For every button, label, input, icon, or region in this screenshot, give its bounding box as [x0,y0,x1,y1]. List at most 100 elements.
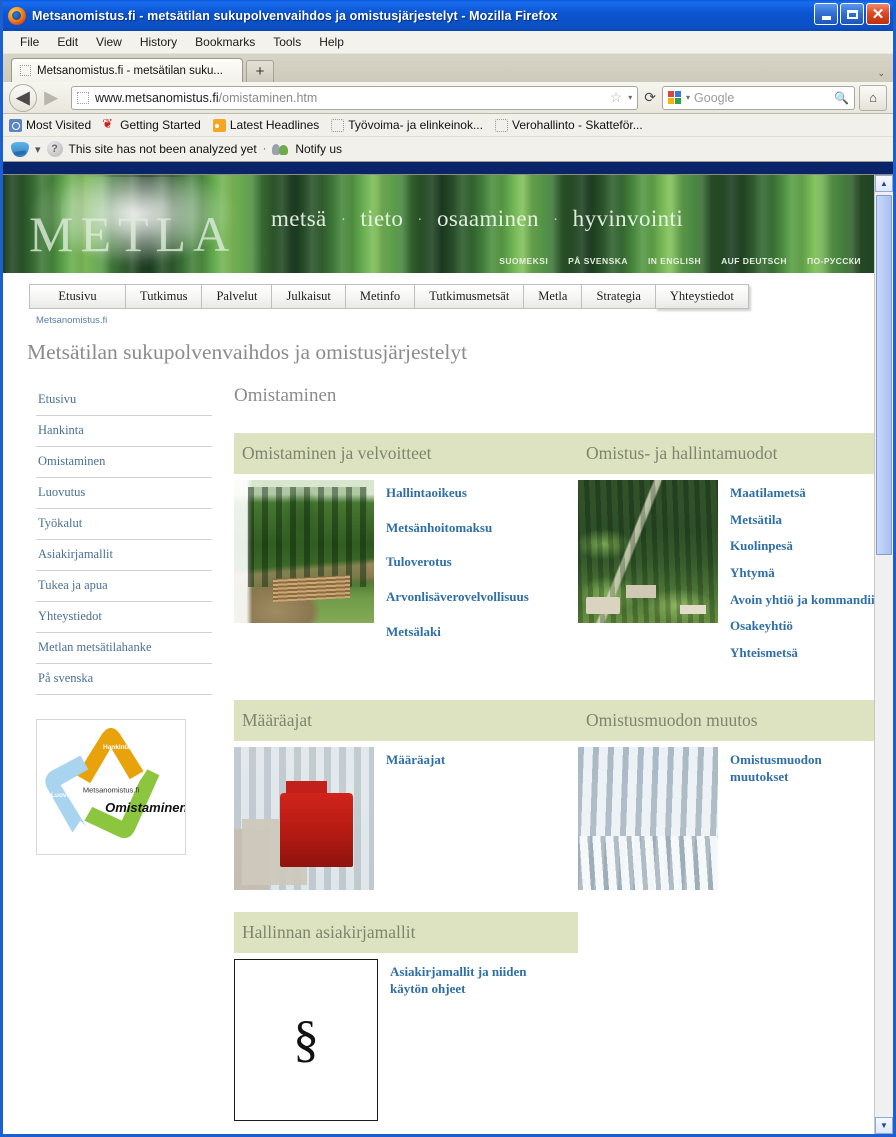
scroll-up-arrow-icon[interactable]: ▲ [875,175,893,192]
link-list-right-2: Omistusmuodon muutokset [730,747,850,890]
link-metsanhoitomaksu[interactable]: Metsänhoitomaksu [386,520,529,537]
site-identity-icon [77,91,89,104]
paragraph-sign-image[interactable]: § [234,959,378,1122]
chevron-down-icon[interactable]: ▾ [628,93,632,102]
menu-help[interactable]: Help [310,33,353,51]
section-col-left-1: Hallintaoikeus Metsänhoitomaksu Tulovero… [234,480,578,671]
link-omistusmuodon-muutokset[interactable]: Omistusmuodon muutokset [730,752,850,785]
scroll-down-arrow-icon[interactable]: ▼ [875,1117,893,1134]
breadcrumb[interactable]: Metsanomistus.fi [36,315,877,326]
search-engine-chevron-icon[interactable]: ▾ [686,93,690,102]
lang-link-deutsch[interactable]: AUF DEUTSCH [721,256,787,266]
sidebar-item-omistaminen[interactable]: Omistaminen [36,447,212,478]
close-button[interactable]: ✕ [866,3,890,25]
forest-road-photo[interactable] [234,480,374,671]
link-avoin-yhtio-ja-kommandiittiyhtio[interactable]: Avoin yhtiö ja kommandiittiyhtiö [730,592,893,609]
lang-link-suomeksi[interactable]: SUOMEKSI [499,256,548,266]
site-tab-tutkimusmetsat[interactable]: Tutkimusmetsät [414,284,524,309]
bookmark-verohallinto[interactable]: Verohallinto - Skatteför... [494,118,643,132]
sidebar-item-tyokalut[interactable]: Työkalut [36,509,212,540]
link-metsatila[interactable]: Metsätila [730,512,893,529]
bookmark-most-visited[interactable]: Most Visited [9,118,91,132]
notify-us-link[interactable]: Notify us [295,142,342,156]
link-metsalaki[interactable]: Metsälaki [386,624,529,641]
link-yhteismetsa[interactable]: Yhteismetsä [730,645,893,662]
scrollbar-thumb[interactable] [876,195,892,555]
snowy-forest-photo[interactable] [578,747,718,891]
link-osakeyhtio[interactable]: Osakeyhtiö [730,618,893,635]
menu-bookmarks[interactable]: Bookmarks [186,33,264,51]
link-maaraajat[interactable]: Määräajat [386,752,445,769]
sidebar-item-hankinta[interactable]: Hankinta [36,416,212,447]
site-tab-metinfo[interactable]: Metinfo [344,284,415,309]
logging-truck-snow-photo[interactable] [234,747,374,891]
sidebar-item-yhteystiedot[interactable]: Yhteystiedot [36,602,212,633]
tagline-word-4: hyvinvointi [572,206,684,231]
minimize-button[interactable] [814,3,838,25]
banner-tagline: metsä · tieto · osaaminen · hyvinvointi [271,206,683,232]
menu-edit[interactable]: Edit [48,33,87,51]
ownership-cycle-diagram: Metsanomistus.fi Omistaminen Hankinta Lu… [36,719,186,855]
wot-chevron-icon[interactable]: ▾ [35,143,41,156]
bookmark-label: Työvoima- ja elinkeinok... [348,118,483,132]
link-tuloverotus[interactable]: Tuloverotus [386,554,529,571]
tagline-word-2: tieto [360,206,404,231]
section-band-2: Määräajat Omistusmuodon muutos [234,700,893,742]
section-row-1: Hallintaoikeus Metsänhoitomaksu Tulovero… [234,480,893,671]
title-bar: Metsanomistus.fi - metsätilan sukupolven… [3,0,893,31]
site-tab-julkaisut[interactable]: Julkaisut [271,284,345,309]
site-analysis-status: This site has not been analyzed yet [68,142,257,156]
maximize-button[interactable] [840,3,864,25]
site-tab-etusivu[interactable]: Etusivu [29,284,125,309]
tagline-separator: · [553,212,559,229]
section-band-1: Omistaminen ja velvoitteet Omistus- ja h… [234,433,893,474]
url-bar[interactable]: www.metsanomistus.fi/omistaminen.htm ☆ ▾ [71,85,639,110]
tab-list-dropdown-icon[interactable]: ⌄ [877,68,885,79]
menu-tools[interactable]: Tools [264,33,310,51]
menu-view[interactable]: View [87,33,131,51]
lang-link-svenska[interactable]: PÅ SVENSKA [568,256,628,266]
bookmark-latest-headlines[interactable]: Latest Headlines [212,118,319,132]
site-tab-metla[interactable]: Metla [523,284,582,309]
band-title-omistaminen-velvoitteet: Omistaminen ja velvoitteet [242,443,432,463]
aerial-farmland-photo[interactable] [578,480,718,671]
search-icon[interactable]: 🔍 [834,91,849,105]
site-tab-yhteystiedot[interactable]: Yhteystiedot [654,284,749,309]
sidebar-item-metlan-metsatilahanke[interactable]: Metlan metsätilahanke [36,633,212,664]
back-button[interactable]: ◀ [9,83,37,112]
browser-tab-active[interactable]: Metsanomistus.fi - metsätilan suku... [11,58,243,82]
new-tab-button[interactable]: + [246,60,274,82]
forward-button[interactable]: ▶ [37,84,65,112]
link-arvonlisaverovelvollisuus[interactable]: Arvonlisäverovelvollisuus [386,589,529,606]
reload-button[interactable]: ⟳ [642,90,658,106]
bookmark-getting-started[interactable]: Getting Started [102,116,201,133]
site-tab-tutkimus[interactable]: Tutkimus [125,284,202,309]
lang-link-english[interactable]: IN ENGLISH [648,256,701,266]
bookmark-star-icon[interactable]: ☆ [610,89,623,106]
link-kuolinpesa[interactable]: Kuolinpesä [730,538,893,555]
navigation-toolbar: ◀ ▶ www.metsanomistus.fi/omistaminen.htm… [3,82,893,114]
link-maatilametsa[interactable]: Maatilametsä [730,485,893,502]
sidebar-item-luovutus[interactable]: Luovutus [36,478,212,509]
sidebar-item-etusivu[interactable]: Etusivu [36,385,212,416]
sidebar-item-pa-svenska[interactable]: På svenska [36,664,212,695]
wot-shield-icon[interactable] [11,141,29,157]
sidebar-item-asiakirjamallit[interactable]: Asiakirjamallit [36,540,212,571]
vertical-scrollbar[interactable]: ▲ ▼ [874,175,893,1134]
menu-history[interactable]: History [131,33,186,51]
section-row-2: Määräajat Omistusmuodon muutokset [234,747,893,891]
link-asiakirjamallit-ja-ohjeet[interactable]: Asiakirjamallit ja niiden käytön ohjeet [390,964,550,997]
search-bar[interactable]: ▾ Google 🔍 [662,85,855,110]
bookmark-tyovoima[interactable]: Työvoima- ja elinkeinok... [331,118,483,132]
lang-link-russian[interactable]: ПО-РУССКИ [807,256,861,266]
home-button[interactable]: ⌂ [859,84,887,111]
search-input[interactable]: Google [694,91,830,105]
menu-file[interactable]: File [11,33,48,51]
site-tab-strategia[interactable]: Strategia [581,284,655,309]
link-yhtyma[interactable]: Yhtymä [730,565,893,582]
site-tab-palvelut[interactable]: Palvelut [201,284,272,309]
sidebar-item-tukea-ja-apua[interactable]: Tukea ja apua [36,571,212,602]
link-hallintaoikeus[interactable]: Hallintaoikeus [386,485,529,502]
blank-page-icon [331,118,345,132]
tagline-separator: · [340,212,347,229]
